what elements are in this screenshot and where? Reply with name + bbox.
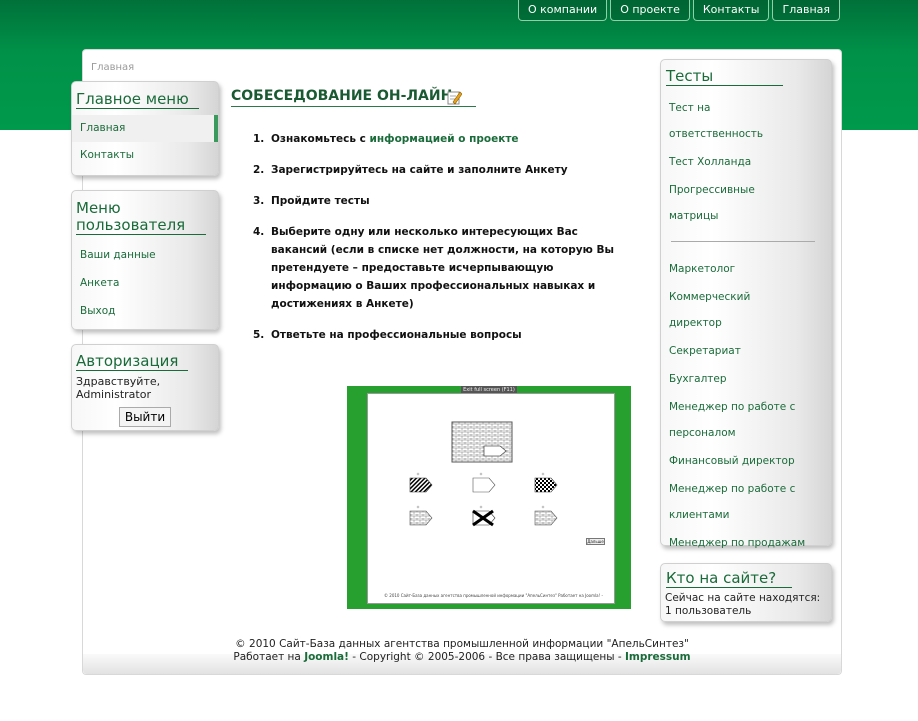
footer-powered: Работает на Joomla! - Copyright © 2005-2… <box>83 651 841 664</box>
logout-button[interactable]: Выйти <box>119 407 171 427</box>
auth-title: Авторизация <box>76 353 189 371</box>
test-secretariat[interactable]: Секретариат <box>661 338 831 364</box>
main-menu-item-contacts[interactable]: Контакты <box>72 142 218 169</box>
project-info-link[interactable]: информацией о проекте <box>370 133 519 145</box>
test-responsibility[interactable]: Тест на ответственность <box>661 95 781 147</box>
footer: © 2010 Сайт-База данных агентства промыш… <box>83 638 841 664</box>
steps-list: 1. Ознакомьтесь с информацией о проекте … <box>253 130 633 344</box>
test-accountant[interactable]: Бухгалтер <box>661 366 831 392</box>
breadcrumb: Главная <box>91 62 135 73</box>
applet-canvas: Дальше © 2010 Сайт-База данных агентства… <box>367 393 615 604</box>
step-text: Выберите одну или несколько интересующих… <box>271 226 614 310</box>
test-client-manager[interactable]: Менеджер по работе с клиентами <box>661 476 821 528</box>
test-sales-manager[interactable]: Менеджер по продажам <box>661 530 831 556</box>
step-number: 5. <box>253 329 265 341</box>
who-online-info: Сейчас на сайте находятся: 1 пользовател… <box>665 592 831 618</box>
main-menu-item-home[interactable]: Главная <box>72 115 218 142</box>
topnav-about-company[interactable]: О компании <box>517 0 608 21</box>
step-text: Пройдите тесты <box>271 195 370 207</box>
user-menu: Меню пользователя Ваши данные Анкета Вых… <box>71 190 219 330</box>
main-menu-title: Главное меню <box>76 91 199 109</box>
step-text: Ознакомьтесь с информацией о проекте <box>271 130 633 148</box>
topnav-home[interactable]: Главная <box>772 0 840 21</box>
main-menu: Главное меню Главная Контакты <box>71 81 219 176</box>
matrix-puzzle-image <box>409 421 558 527</box>
step-number: 2. <box>253 164 265 176</box>
user-menu-title: Меню пользователя <box>76 200 206 235</box>
auth-greeting-block: Здравствуйте, Administrator <box>76 375 218 401</box>
auth-greeting: Здравствуйте, <box>76 375 161 388</box>
test-holland[interactable]: Тест Холланда <box>661 149 831 175</box>
step-item: 2. Зарегистрируйтесь на сайте и заполнит… <box>253 161 633 179</box>
footer-rights: - Copyright © 2005-2006 - Все права защи… <box>348 651 625 663</box>
step-number: 3. <box>253 195 265 207</box>
applet-copyright: © 2010 Сайт-База данных агентства промыш… <box>384 593 604 598</box>
user-menu-item-your-data[interactable]: Ваши данные <box>72 241 218 269</box>
test-marketer[interactable]: Маркетолог <box>661 256 831 282</box>
step-item: 3. Пройдите тесты <box>253 192 633 210</box>
test-hr-manager[interactable]: Менеджер по работе с персоналом <box>661 394 821 446</box>
top-navigation: О компании О проекте Контакты Главная <box>517 0 840 21</box>
step-text: Зарегистрируйтесь на сайте и заполните А… <box>271 164 568 176</box>
impressum-link[interactable]: Impressum <box>625 651 691 663</box>
step-1-text: Ознакомьтесь с <box>271 133 370 145</box>
tests-module: Тесты Тест на ответственность Тест Холла… <box>660 59 832 549</box>
footer-copyright: © 2010 Сайт-База данных агентства промыш… <box>235 638 689 650</box>
topnav-about-project[interactable]: О проекте <box>610 0 690 21</box>
tests-title: Тесты <box>666 68 784 86</box>
auth-username: Administrator <box>76 388 151 401</box>
auth-module: Авторизация Здравствуйте, Administrator … <box>71 344 219 431</box>
step-item: 4. Выберите одну или несколько интересую… <box>253 223 633 313</box>
test-financial-director[interactable]: Финансовый директор <box>661 448 831 474</box>
edit-icon[interactable] <box>447 90 462 105</box>
tests-divider <box>671 241 815 242</box>
topnav-contacts[interactable]: Контакты <box>692 0 770 21</box>
test-commercial-director[interactable]: Коммерческий директор <box>661 284 771 336</box>
step-text: Ответьте на профессиональные вопросы <box>271 329 522 341</box>
step-number: 1. <box>253 133 265 145</box>
who-online-module: Кто на сайте? Сейчас на сайте находятся:… <box>660 563 832 622</box>
test-applet[interactable]: Exit full screen (F11) Дальше © 2010 Сай… <box>347 386 631 609</box>
page-title: СОБЕСЕДОВАНИЕ ОН-ЛАЙН <box>231 86 477 107</box>
step-number: 4. <box>253 226 265 238</box>
who-online-line1: Сейчас на сайте находятся: <box>665 592 821 604</box>
user-menu-item-logout[interactable]: Выход <box>72 297 218 325</box>
who-online-title: Кто на сайте? <box>666 570 793 588</box>
footer-powered-prefix: Работает на <box>233 651 305 663</box>
step-item: 5. Ответьте на профессиональные вопросы <box>253 326 633 344</box>
user-menu-item-questionnaire[interactable]: Анкета <box>72 269 218 297</box>
next-button[interactable]: Дальше <box>586 538 605 545</box>
test-progressive-matrices[interactable]: Прогрессивные матрицы <box>661 177 771 229</box>
joomla-link[interactable]: Joomla! <box>304 651 349 663</box>
who-online-count: 1 пользователь <box>665 605 752 617</box>
step-item: 1. Ознакомьтесь с информацией о проекте <box>253 130 633 148</box>
